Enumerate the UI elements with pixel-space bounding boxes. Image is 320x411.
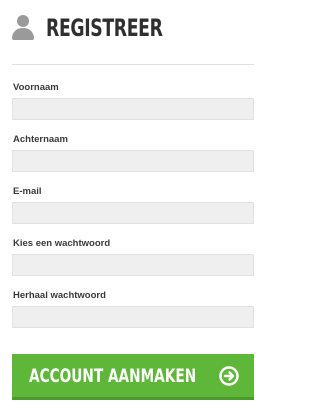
email-input[interactable] [12, 202, 254, 224]
create-account-button[interactable]: ACCOUNT AANMAKEN [12, 354, 254, 400]
last-name-label: Achternaam [13, 134, 68, 145]
user-icon [12, 14, 34, 42]
first-name-input[interactable] [12, 98, 254, 120]
first-name-label: Voornaam [13, 82, 59, 93]
header-divider [12, 64, 254, 65]
last-name-input[interactable] [12, 150, 254, 172]
arrow-right-circle-icon [219, 366, 239, 386]
page-header: REGISTREER [12, 12, 208, 44]
page-title: REGISTREER [46, 14, 163, 42]
repeat-password-label: Herhaal wachtwoord [13, 290, 106, 301]
email-label: E-mail [13, 186, 42, 197]
password-input[interactable] [12, 254, 254, 276]
repeat-password-input[interactable] [12, 306, 254, 328]
password-label: Kies een wachtwoord [13, 238, 111, 249]
create-account-button-label: ACCOUNT AANMAKEN [29, 365, 197, 387]
